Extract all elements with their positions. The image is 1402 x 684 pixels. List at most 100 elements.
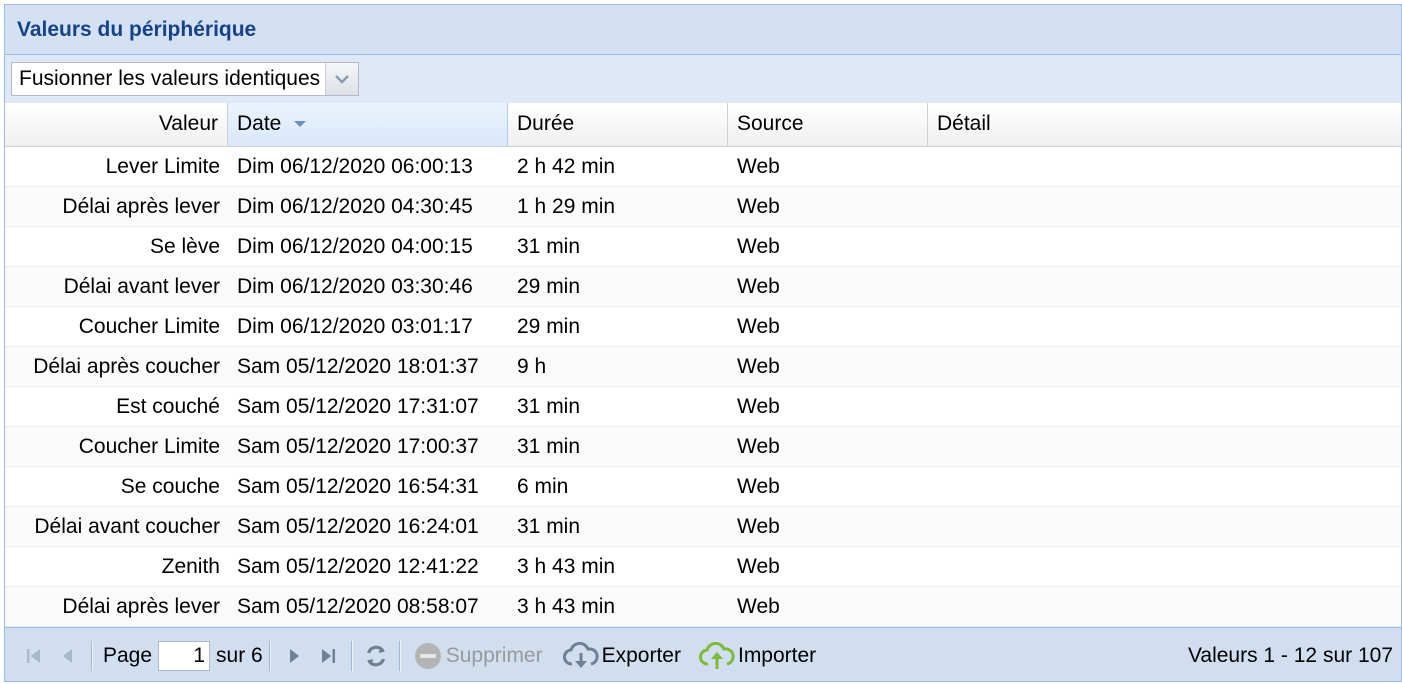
separator [398, 640, 401, 671]
table-row[interactable]: Se lève Dim 06/12/2020 04:00:15 31 min Web [5, 227, 1401, 267]
cell-source: Web [737, 435, 780, 458]
refresh-icon[interactable] [359, 639, 393, 673]
cell-date: Dim 06/12/2020 03:30:46 [237, 275, 473, 298]
table-row[interactable]: Délai avant coucher Sam 05/12/2020 16:24:… [5, 507, 1401, 547]
cell-duree: 2 h 42 min [517, 155, 616, 178]
combo-trigger-chevron-down-icon[interactable] [325, 63, 358, 95]
cell-valeur: Est couché [116, 395, 220, 418]
cell-date: Dim 06/12/2020 04:00:15 [237, 235, 473, 258]
cell-duree: 31 min [517, 515, 581, 538]
table-row[interactable]: Se couche Sam 05/12/2020 16:54:31 6 min Web [5, 467, 1401, 507]
first-page-icon[interactable] [17, 639, 51, 673]
table-row[interactable]: Délai après coucher Sam 05/12/2020 18:01:… [5, 347, 1401, 387]
cell-valeur: Délai après lever [62, 595, 220, 618]
panel-header: Valeurs du périphérique [5, 5, 1401, 55]
cell-date: Dim 06/12/2020 03:01:17 [237, 315, 473, 338]
column-header-detail[interactable]: Détail [928, 103, 1401, 146]
cell-source: Web [737, 555, 780, 578]
grid-header: Valeur Date Durée Source Détail [5, 103, 1401, 147]
separator [268, 640, 271, 671]
cell-valeur: Délai après lever [62, 195, 220, 218]
cell-date: Sam 05/12/2020 12:41:22 [237, 555, 479, 578]
cell-duree: 31 min [517, 435, 581, 458]
minus-circle-icon [414, 642, 441, 669]
last-page-icon[interactable] [311, 639, 345, 673]
cell-detail [928, 507, 1401, 546]
values-grid: Valeur Date Durée Source Détail Lever Li… [5, 103, 1401, 627]
cell-detail [928, 147, 1401, 186]
column-header-date[interactable]: Date [228, 103, 508, 146]
sort-descending-icon [294, 121, 307, 128]
column-header-valeur[interactable]: Valeur [5, 103, 228, 146]
cell-source: Web [737, 355, 780, 378]
merge-values-combo[interactable]: Fusionner les valeurs identiques [11, 62, 359, 96]
table-row[interactable]: Est couché Sam 05/12/2020 17:31:07 31 min W… [5, 387, 1401, 427]
cell-detail [928, 307, 1401, 346]
cell-detail [928, 187, 1401, 226]
cloud-download-icon [562, 641, 599, 668]
cell-source: Web [737, 475, 780, 498]
cell-date: Dim 06/12/2020 06:00:13 [237, 155, 473, 178]
grid-body: Lever Limite Dim 06/12/2020 06:00:13 2 h 4… [5, 147, 1401, 627]
cell-detail [928, 547, 1401, 586]
cell-source: Web [737, 155, 780, 178]
cell-source: Web [737, 595, 780, 618]
cell-date: Sam 05/12/2020 16:24:01 [237, 515, 479, 538]
table-row[interactable]: Coucher Limite Dim 06/12/2020 03:01:17 29 … [5, 307, 1401, 347]
cell-duree: 31 min [517, 395, 581, 418]
export-button[interactable]: Exporter [557, 641, 687, 670]
cell-detail [928, 587, 1401, 626]
table-row[interactable]: Zenith Sam 05/12/2020 12:41:22 3 h 43 min W… [5, 547, 1401, 587]
page-number-input[interactable]: 1 [158, 640, 211, 671]
import-button[interactable]: Importer [693, 641, 822, 670]
table-row[interactable]: Délai après lever Dim 06/12/2020 04:30:45… [5, 187, 1401, 227]
page-label: Page [103, 643, 153, 667]
table-row[interactable]: Coucher Limite Sam 05/12/2020 17:00:37 31 … [5, 427, 1401, 467]
cell-detail [928, 227, 1401, 266]
cell-valeur: Coucher Limite [78, 315, 220, 338]
cell-detail [928, 467, 1401, 506]
cell-source: Web [737, 395, 780, 418]
column-header-duree[interactable]: Durée [508, 103, 728, 146]
cell-valeur: Coucher Limite [78, 435, 220, 458]
cell-duree: 3 h 43 min [517, 555, 616, 578]
cell-duree: 6 min [517, 475, 569, 498]
delete-button-label: Supprimer [445, 643, 543, 667]
export-button-label: Exporter [601, 643, 681, 667]
grid-toolbar: Fusionner les valeurs identiques [5, 55, 1401, 103]
paging-toolbar: Page 1 sur 6 Supprimer Exporter Importer… [5, 627, 1401, 681]
cell-source: Web [737, 515, 780, 538]
cell-date: Sam 05/12/2020 17:00:37 [237, 435, 479, 458]
cell-detail [928, 347, 1401, 386]
cell-date: Sam 05/12/2020 08:58:07 [237, 595, 479, 618]
cell-source: Web [737, 275, 780, 298]
next-page-icon[interactable] [277, 639, 311, 673]
cell-valeur: Délai après coucher [33, 355, 220, 378]
delete-button[interactable]: Supprimer [407, 641, 549, 671]
cloud-upload-icon [698, 641, 735, 669]
table-row[interactable]: Délai après lever Sam 05/12/2020 08:58:07… [5, 587, 1401, 627]
cell-duree: 3 h 43 min [517, 595, 616, 618]
merge-values-combo-text[interactable]: Fusionner les valeurs identiques [12, 63, 325, 95]
table-row[interactable]: Délai avant lever Dim 06/12/2020 03:30:46… [5, 267, 1401, 307]
cell-valeur: Délai avant coucher [34, 515, 220, 538]
table-row[interactable]: Lever Limite Dim 06/12/2020 06:00:13 2 h 4… [5, 147, 1401, 187]
column-header-date-label: Date [237, 112, 282, 135]
column-header-source[interactable]: Source [728, 103, 928, 146]
cell-source: Web [737, 235, 780, 258]
import-button-label: Importer [737, 643, 817, 667]
cell-valeur: Délai avant lever [63, 275, 220, 298]
cell-duree: 29 min [517, 275, 581, 298]
page-count-label: sur 6 [216, 643, 263, 667]
cell-date: Dim 06/12/2020 04:30:45 [237, 195, 473, 218]
cell-date: Sam 05/12/2020 18:01:37 [237, 355, 479, 378]
cell-valeur: Se lève [149, 235, 220, 258]
cell-detail [928, 427, 1401, 466]
cell-date: Sam 05/12/2020 17:31:07 [237, 395, 479, 418]
cell-valeur: Se couche [120, 475, 220, 498]
previous-page-icon[interactable] [51, 639, 85, 673]
panel-title: Valeurs du périphérique [17, 17, 257, 41]
separator [91, 640, 93, 671]
paging-status: Valeurs 1 - 12 sur 107 [1187, 643, 1393, 667]
cell-detail [928, 267, 1401, 306]
